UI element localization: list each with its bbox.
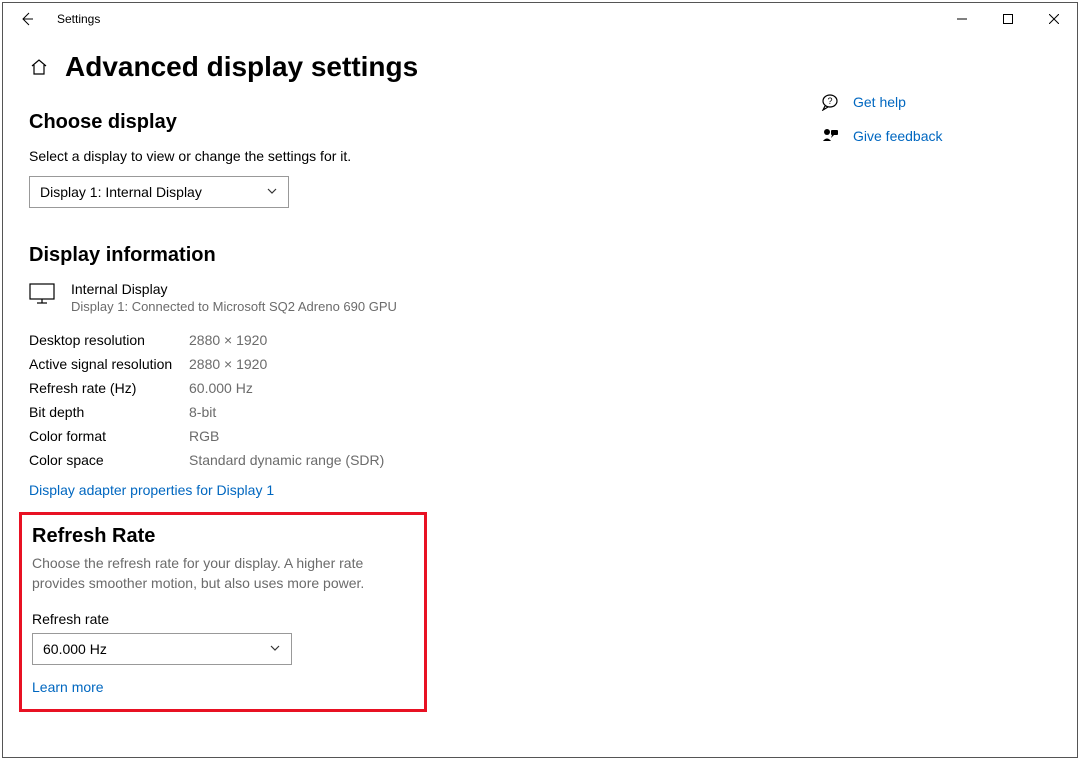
table-row: Color formatRGB <box>29 424 821 448</box>
refresh-rate-desc: Choose the refresh rate for your display… <box>32 554 414 593</box>
choose-display-sub: Select a display to view or change the s… <box>29 148 821 164</box>
feedback-icon <box>821 127 839 145</box>
table-row: Desktop resolution2880 × 1920 <box>29 328 821 352</box>
close-button[interactable] <box>1031 3 1077 35</box>
choose-display-heading: Choose display <box>29 111 821 134</box>
settings-window: Settings Advanced display settings Choos… <box>2 2 1078 758</box>
refresh-rate-select[interactable]: 60.000 Hz <box>32 633 292 665</box>
window-title: Settings <box>57 12 100 26</box>
titlebar: Settings <box>3 3 1077 35</box>
help-icon: ? <box>821 93 839 111</box>
give-feedback-link[interactable]: Give feedback <box>821 127 1051 145</box>
learn-more-link[interactable]: Learn more <box>32 679 104 695</box>
give-feedback-label: Give feedback <box>853 128 943 144</box>
display-select-value: Display 1: Internal Display <box>40 184 202 200</box>
chevron-down-icon <box>266 185 278 200</box>
chevron-down-icon <box>269 642 281 657</box>
table-row: Bit depth8-bit <box>29 400 821 424</box>
refresh-rate-label: Refresh rate <box>32 611 414 627</box>
home-icon[interactable] <box>29 57 49 77</box>
display-info-heading: Display information <box>29 244 821 267</box>
table-row: Refresh rate (Hz)60.000 Hz <box>29 376 821 400</box>
table-row: Color spaceStandard dynamic range (SDR) <box>29 448 821 472</box>
page-title: Advanced display settings <box>65 51 418 83</box>
display-info-table: Desktop resolution2880 × 1920 Active sig… <box>29 328 821 472</box>
display-desc: Display 1: Connected to Microsoft SQ2 Ad… <box>71 299 397 314</box>
display-select[interactable]: Display 1: Internal Display <box>29 176 289 208</box>
minimize-button[interactable] <box>939 3 985 35</box>
table-row: Active signal resolution2880 × 1920 <box>29 352 821 376</box>
display-name: Internal Display <box>71 281 397 297</box>
get-help-link[interactable]: ? Get help <box>821 93 1051 111</box>
svg-text:?: ? <box>827 96 832 106</box>
adapter-properties-link[interactable]: Display adapter properties for Display 1 <box>29 482 274 498</box>
refresh-rate-value: 60.000 Hz <box>43 641 107 657</box>
monitor-icon <box>29 281 57 308</box>
refresh-rate-highlight: Refresh Rate Choose the refresh rate for… <box>19 512 427 712</box>
get-help-label: Get help <box>853 94 906 110</box>
back-button[interactable] <box>15 7 39 31</box>
refresh-rate-heading: Refresh Rate <box>32 525 414 548</box>
maximize-button[interactable] <box>985 3 1031 35</box>
